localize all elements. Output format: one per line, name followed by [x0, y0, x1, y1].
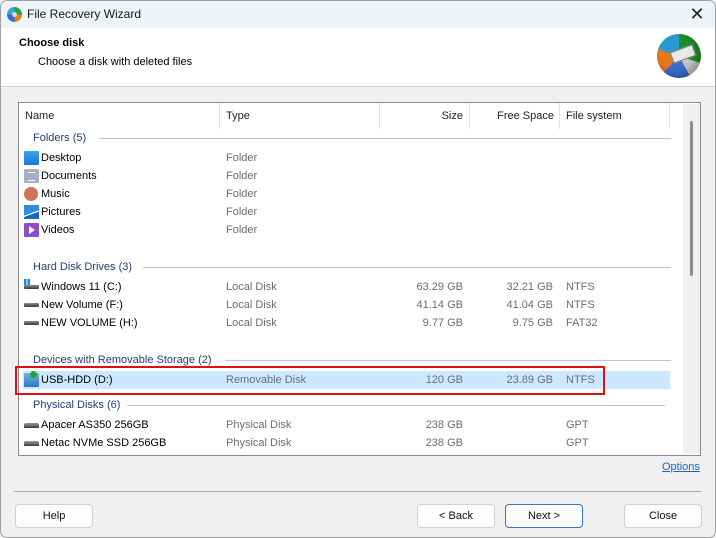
column-size[interactable]: Size: [380, 103, 470, 129]
page-subtitle: Choose a disk with deleted files: [38, 56, 193, 68]
recovery-logo-icon: [657, 34, 701, 78]
physical-disk-icon: [24, 423, 39, 428]
wizard-header: Choose disk Choose a disk with deleted f…: [1, 28, 715, 87]
footer-divider: [14, 491, 701, 492]
window-title: File Recovery Wizard: [27, 7, 142, 21]
list-item[interactable]: New Volume (F:) Local Disk 41.14 GB 41.0…: [23, 296, 670, 314]
group-removable-storage: Devices with Removable Storage (2): [33, 354, 212, 366]
drive-icon: [24, 303, 39, 307]
group-hard-disk-drives: Hard Disk Drives (3): [33, 261, 133, 273]
group-divider: [99, 138, 671, 139]
file-recovery-wizard-window: File Recovery Wizard ✕ Choose disk Choos…: [0, 0, 716, 538]
list-item[interactable]: Apacer AS350 256GB Physical Disk 238 GB …: [23, 416, 670, 434]
column-name[interactable]: Name: [19, 103, 220, 129]
group-divider: [225, 360, 671, 361]
group-folders: Folders (5): [33, 132, 87, 144]
group-physical-disks: Physical Disks (6): [33, 399, 121, 411]
column-type[interactable]: Type: [220, 103, 380, 129]
group-divider: [127, 405, 665, 406]
drive-icon: [24, 321, 39, 325]
column-file-system[interactable]: File system: [560, 103, 670, 129]
music-icon: [24, 187, 38, 201]
list-item[interactable]: Pictures Folder: [23, 203, 670, 221]
desktop-icon: [24, 151, 39, 165]
page-title: Choose disk: [19, 37, 85, 49]
vertical-scrollbar[interactable]: [683, 104, 700, 454]
options-link[interactable]: Options: [662, 461, 700, 473]
disk-list[interactable]: Name Type Size Free Space File system Fo…: [18, 102, 701, 456]
list-item[interactable]: Netac NVMe SSD 256GB Physical Disk 238 G…: [23, 434, 670, 452]
physical-disk-icon: [24, 441, 39, 446]
list-item[interactable]: Videos Folder: [23, 221, 670, 239]
back-button[interactable]: < Back: [417, 504, 495, 528]
next-button[interactable]: Next >: [505, 504, 583, 528]
documents-icon: [24, 169, 39, 183]
scroll-thumb[interactable]: [690, 121, 693, 276]
pictures-icon: [24, 205, 39, 219]
group-divider: [143, 267, 671, 268]
list-item[interactable]: Music Folder: [23, 185, 670, 203]
column-header: Name Type Size Free Space File system: [19, 103, 685, 129]
close-button[interactable]: Close: [624, 504, 702, 528]
title-bar: File Recovery Wizard ✕: [1, 1, 715, 28]
windows-drive-icon: [24, 279, 39, 289]
usb-drive-icon: [24, 371, 39, 387]
list-item[interactable]: Windows 11 (C:) Local Disk 63.29 GB 32.2…: [23, 278, 670, 296]
list-item[interactable]: Desktop Folder: [23, 149, 670, 167]
videos-icon: [24, 223, 39, 237]
list-item[interactable]: NEW VOLUME (H:) Local Disk 9.77 GB 9.75 …: [23, 314, 670, 332]
close-icon[interactable]: ✕: [687, 4, 707, 24]
help-button[interactable]: Help: [15, 504, 93, 528]
list-item[interactable]: Documents Folder: [23, 167, 670, 185]
column-free-space[interactable]: Free Space: [470, 103, 560, 129]
list-item-selected[interactable]: USB-HDD (D:) Removable Disk 120 GB 23.89…: [23, 371, 670, 389]
app-icon: [7, 7, 22, 22]
